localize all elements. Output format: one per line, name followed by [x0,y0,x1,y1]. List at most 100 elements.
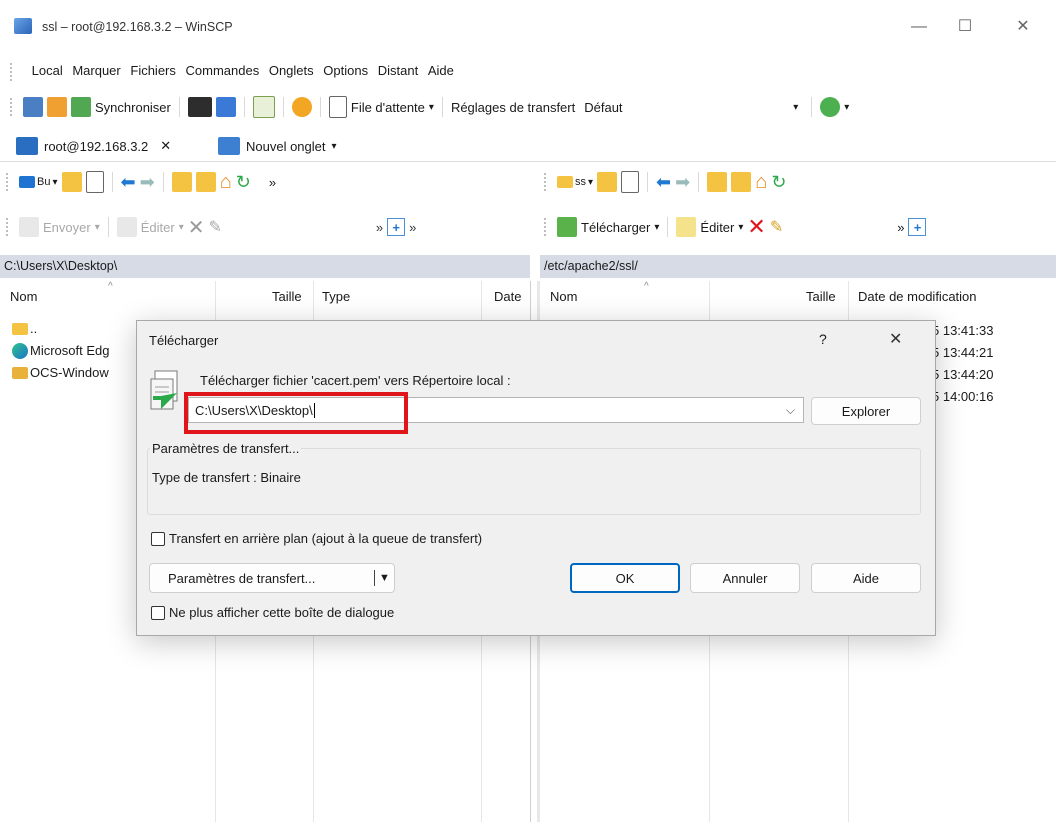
open-folder-icon[interactable] [597,172,618,192]
close-window-button[interactable]: ✕ [1000,14,1046,40]
synchronize-icon[interactable] [71,97,91,117]
synchronize-button[interactable]: Synchroniser [95,100,171,115]
remote-action-toolbar: Télécharger ▾ Éditer ▾ ✕ ✎ » + [540,212,1056,242]
menu-distant[interactable]: Distant [375,58,421,84]
menu-options[interactable]: Options [320,58,371,84]
help-button[interactable]: Aide [811,563,921,593]
column-header-modified[interactable]: Date de modification [858,281,977,313]
upload-button[interactable]: Envoyer [43,220,91,235]
browse-button[interactable]: Explorer [811,397,921,425]
menu-aide[interactable]: Aide [425,58,457,84]
sync-browse-icon[interactable] [47,97,67,117]
transfer-type-text: Type de transfert : Binaire [152,470,301,485]
putty-icon[interactable] [215,97,236,117]
local-drive-select[interactable]: Bu ▾ [19,176,58,188]
remote-path-bar[interactable]: /etc/apache2/ssl/ [540,255,1056,278]
parent-dir-icon[interactable] [707,172,728,192]
dont-show-checkbox[interactable]: Ne plus afficher cette boîte de dialogue [151,605,394,620]
list-item[interactable]: OCS-Window [0,362,136,384]
menu-onglets[interactable]: Onglets [266,58,317,84]
tab-session[interactable]: root@192.168.3.2 ✕ [8,131,180,161]
new-item-icon[interactable]: + [908,218,927,236]
checkbox-box[interactable] [151,605,165,620]
toolbar-separator [178,97,180,117]
back-arrow-icon[interactable]: ⬅ [121,172,136,193]
rename-icon[interactable]: ✎ [209,217,222,237]
chevron-down-icon[interactable]: ▾ [429,102,434,113]
console-icon[interactable] [187,97,212,117]
remote-nav-toolbar: ss ▾ ⬅ ➡ ⌂ ↻ [540,167,1056,197]
queue-button[interactable]: File d'attente [351,100,425,115]
list-item[interactable]: .. [0,318,136,340]
queue-icon[interactable] [328,96,347,118]
minimize-button[interactable]: — [896,14,942,40]
filter-icon[interactable] [85,171,104,193]
delete-icon[interactable]: ✕ [188,215,205,240]
download-button[interactable]: Télécharger [581,220,650,235]
ok-button[interactable]: OK [570,563,680,593]
forward-arrow-icon[interactable]: ➡ [675,172,690,193]
list-item[interactable]: Microsoft Edg [0,340,136,362]
more-chevron-icon[interactable]: » [376,220,383,235]
forward-arrow-icon[interactable]: ➡ [140,172,155,193]
tab-new[interactable]: Nouvel onglet ▾ [210,131,345,161]
transfer-settings-icon[interactable] [820,97,841,117]
more-chevron-icon[interactable]: » [269,175,276,190]
menu-fichiers[interactable]: Fichiers [127,58,179,84]
menu-local[interactable]: Local [29,58,66,84]
toolbar-grip [544,173,549,191]
close-dialog-button[interactable]: ✕ [889,329,902,349]
transfer-settings-split-button[interactable]: Paramètres de transfert... ▼ [149,563,395,593]
compare-dirs-icon[interactable] [23,97,43,117]
edit-icon[interactable] [116,217,137,237]
column-header-name[interactable]: Nom [550,281,577,313]
remote-drive-select[interactable]: ss ▾ [557,176,593,188]
column-header-size[interactable]: Taille [806,281,836,313]
open-folder-icon[interactable] [61,172,82,192]
chevron-down-icon[interactable]: ⌵ [786,403,795,418]
parent-dir-icon[interactable] [171,172,192,192]
delete-icon[interactable]: ✕ [747,214,765,240]
tab-session-label: root@192.168.3.2 [44,138,149,154]
column-header-size[interactable]: Taille [272,281,302,313]
preferences-icon[interactable] [291,97,312,117]
home-icon[interactable]: ⌂ [220,171,232,194]
refresh-icon[interactable]: ↻ [236,172,251,193]
new-item-icon[interactable]: + [387,218,406,236]
home-icon[interactable]: ⌂ [755,171,767,194]
chevron-down-icon[interactable]: ▾ [844,102,849,113]
chevron-down-icon[interactable]: ▼ [379,572,390,584]
column-header-date[interactable]: Date [494,281,521,313]
file-name: .. [30,321,38,336]
toolbar-grip [10,98,15,116]
transfer-preset-select[interactable]: Défaut ▾ [579,95,804,119]
help-title-button[interactable]: ? [819,331,827,347]
edit-icon[interactable] [676,217,697,237]
root-dir-icon[interactable] [731,172,752,192]
background-transfer-checkbox[interactable]: Transfert en arrière plan (ajout à la qu… [151,531,482,546]
checkbox-box[interactable] [151,531,165,546]
root-dir-icon[interactable] [195,172,216,192]
cancel-button[interactable]: Annuler [690,563,800,593]
filter-icon[interactable] [621,171,640,193]
upload-icon[interactable] [19,217,39,237]
download-icon[interactable] [557,217,577,237]
close-icon[interactable]: ✕ [160,138,171,154]
column-header-type[interactable]: Type [322,281,350,313]
more-chevron-icon[interactable]: » [897,220,904,235]
local-edit-button[interactable]: Éditer [141,220,175,235]
maximize-button[interactable]: ☐ [942,14,988,40]
column-header-name[interactable]: Nom [10,281,37,313]
local-file-list: .. Microsoft Edg OCS-Window [0,318,136,384]
menu-commandes[interactable]: Commandes [183,58,263,84]
rename-icon[interactable]: ✎ [770,217,783,237]
more-chevron-icon[interactable]: » [409,220,416,235]
refresh-icon[interactable] [252,96,275,118]
local-path-bar[interactable]: C:\Users\X\Desktop\ [0,255,530,278]
back-arrow-icon[interactable]: ⬅ [656,172,671,193]
toolbar-grip [6,173,11,191]
menu-marquer[interactable]: Marquer [69,58,123,84]
parent-folder-icon [12,323,28,335]
refresh-icon[interactable]: ↻ [771,172,786,193]
remote-edit-button[interactable]: Éditer [700,220,734,235]
